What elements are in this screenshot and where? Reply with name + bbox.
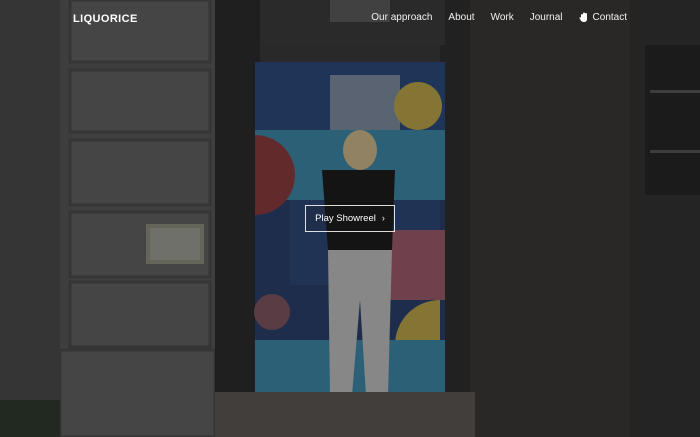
nav-item-work[interactable]: Work [491,12,514,23]
nav-item-contact-label: Contact [592,12,627,23]
nav-item-our-approach[interactable]: Our approach [371,12,432,23]
play-showreel-button[interactable]: Play Showreel › [305,205,395,232]
chevron-right-icon: › [381,213,385,223]
play-showreel-label: Play Showreel [315,213,376,224]
nav-item-contact[interactable]: Contact [578,12,627,23]
top-navigation: LIQUORICE Our approach About Work Journa… [0,0,700,40]
logo-link[interactable]: LIQUORICE [73,13,138,25]
main-menu: Our approach About Work Journal Contact [371,12,627,23]
nav-item-about[interactable]: About [448,12,474,23]
nav-item-journal[interactable]: Journal [530,12,563,23]
hand-icon [578,12,587,22]
